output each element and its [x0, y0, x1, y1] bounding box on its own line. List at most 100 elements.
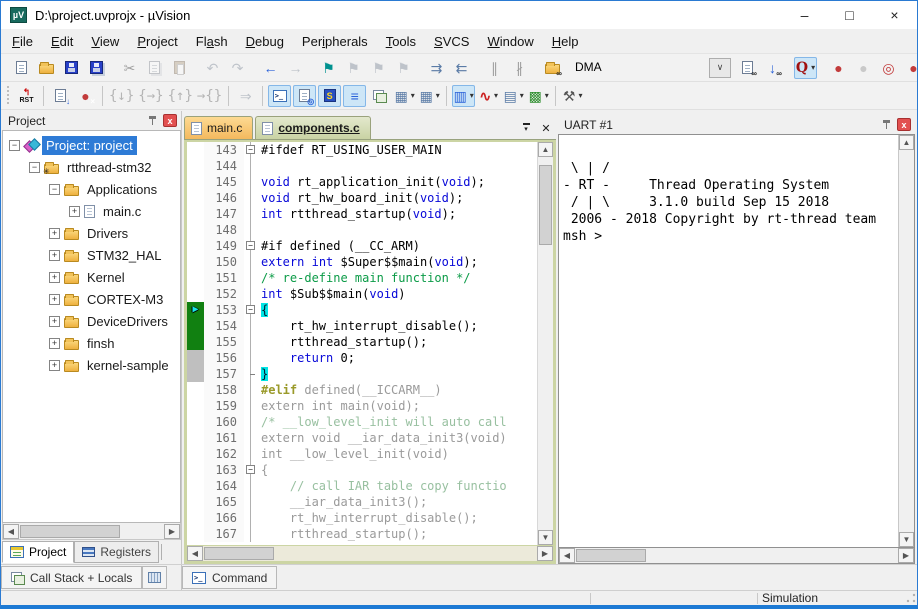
fold-margin[interactable]: − [244, 142, 257, 158]
fold-margin[interactable]: − [244, 302, 257, 318]
scroll-left-icon[interactable]: ◀ [3, 524, 19, 539]
menu-view[interactable]: View [82, 31, 128, 52]
scroll-thumb[interactable] [204, 547, 274, 560]
tab-registers[interactable]: Registers [74, 541, 159, 563]
editor-hscrollbar[interactable]: ◀ ▶ [187, 545, 553, 561]
bookmark-toggle-button[interactable]: ⚑ [317, 57, 340, 79]
code-line-162[interactable]: 162int __low_level_init(void) [187, 446, 537, 462]
kill-all-breakpoints-button[interactable]: ●× [902, 57, 918, 79]
code-line-149[interactable]: 149−#if defined (__CC_ARM) [187, 238, 537, 254]
scroll-up-icon[interactable]: ▲ [538, 142, 553, 157]
logic-analyzer-button[interactable]: ∿▾ [477, 85, 500, 107]
save-all-button[interactable] [85, 57, 108, 79]
resize-grip[interactable] [904, 592, 917, 605]
redo-button[interactable]: ↷ [226, 57, 249, 79]
uart-panel-close-icon[interactable]: x [897, 118, 911, 131]
code-line-154[interactable]: 154 rt_hw_interrupt_disable(); [187, 318, 537, 334]
enable-disable-breakpoint-button[interactable]: ● [852, 57, 875, 79]
menu-peripherals[interactable]: Peripherals [293, 31, 377, 52]
menu-flash[interactable]: Flash [187, 31, 237, 52]
open-file-button[interactable] [35, 57, 58, 79]
toolbox-button[interactable]: ⚒▾ [561, 85, 584, 107]
serial-windows-button[interactable]: ▥▾ [452, 85, 475, 107]
code-line-166[interactable]: 166 rt_hw_interrupt_disable(); [187, 510, 537, 526]
fold-margin[interactable]: − [244, 238, 257, 254]
code-line-158[interactable]: 158#elif defined(__ICCARM__) [187, 382, 537, 398]
find-lens-button[interactable]: Q▾ [794, 57, 817, 79]
indent-right-button[interactable]: ⇉ [425, 57, 448, 79]
uart-hscrollbar[interactable]: ◀ ▶ [558, 548, 915, 564]
menu-window[interactable]: Window [478, 31, 542, 52]
tree-item-project-project[interactable]: −Project: project [3, 134, 180, 156]
uart-output[interactable]: \ | /- RT - Thread Operating System / | … [559, 135, 898, 547]
watch-window-button[interactable]: ▦▾ [393, 85, 416, 107]
scroll-down-icon[interactable]: ▼ [899, 532, 914, 547]
code-line-144[interactable]: 144 [187, 158, 537, 174]
menu-help[interactable]: Help [543, 31, 588, 52]
undo-button[interactable]: ↶ [201, 57, 224, 79]
run-button[interactable]: ↓ [49, 85, 72, 107]
fold-collapse-icon[interactable]: − [246, 145, 255, 154]
tree-item-drivers[interactable]: +Drivers [3, 222, 180, 244]
code-line-143[interactable]: 143−#ifdef RT_USING_USER_MAIN [187, 142, 537, 158]
toolbar-grip[interactable] [6, 86, 11, 106]
close-button[interactable]: × [872, 1, 917, 29]
bookmark-next-button[interactable]: ⚑ [367, 57, 390, 79]
minimize-button[interactable]: – [782, 1, 827, 29]
project-panel-close-icon[interactable]: x [163, 114, 177, 127]
fold-collapse-icon[interactable]: − [246, 465, 255, 474]
tab-command[interactable]: >_ Command [182, 566, 277, 589]
menu-file[interactable]: File [3, 31, 42, 52]
close-document-icon[interactable]: ✕ [536, 119, 556, 137]
expand-icon[interactable]: + [49, 272, 60, 283]
scroll-down-icon[interactable]: ▼ [538, 530, 553, 545]
comment-selection-button[interactable]: ∥ [483, 57, 506, 79]
uart-vscrollbar[interactable]: ▲ ▼ [898, 135, 914, 547]
trace-window-button[interactable]: ▤▾ [502, 85, 525, 107]
collapse-icon[interactable]: − [9, 140, 20, 151]
find-in-document-button[interactable]: ∞ [736, 57, 759, 79]
tree-item-devicedrivers[interactable]: +DeviceDrivers [3, 310, 180, 332]
scroll-thumb[interactable] [539, 165, 552, 245]
command-window-button[interactable]: >_ [268, 85, 291, 107]
editor-vscrollbar[interactable]: ▲ ▼ [537, 142, 553, 545]
scroll-thumb[interactable] [576, 549, 646, 562]
save-button[interactable] [60, 57, 83, 79]
menu-debug[interactable]: Debug [237, 31, 293, 52]
menu-edit[interactable]: Edit [42, 31, 82, 52]
code-line-145[interactable]: 145void rt_application_init(void); [187, 174, 537, 190]
tab-project[interactable]: Project [2, 541, 74, 563]
disable-all-breakpoints-button[interactable]: ◎ [877, 57, 900, 79]
maximize-button[interactable]: □ [827, 1, 872, 29]
tab-call-stack-locals[interactable]: Call Stack + Locals [1, 566, 142, 589]
tree-item-main-c[interactable]: +main.c [3, 200, 180, 222]
code-line-160[interactable]: 160/* __low_level_init will auto call [187, 414, 537, 430]
code-line-164[interactable]: 164 // call IAR table copy functio [187, 478, 537, 494]
fold-margin[interactable]: − [244, 462, 257, 478]
fold-collapse-icon[interactable]: − [246, 241, 255, 250]
code-line-152[interactable]: 152int $Sub$$main(void) [187, 286, 537, 302]
paste-button[interactable] [168, 57, 191, 79]
code-line-163[interactable]: 163−{ [187, 462, 537, 478]
indent-left-button[interactable]: ⇇ [450, 57, 473, 79]
expand-icon[interactable]: + [49, 338, 60, 349]
expand-icon[interactable]: + [49, 294, 60, 305]
system-viewer-button[interactable]: ▩▾ [527, 85, 550, 107]
scroll-up-icon[interactable]: ▲ [899, 135, 914, 150]
uncomment-selection-button[interactable]: ∦ [508, 57, 531, 79]
incremental-find-button[interactable]: ↓∞ [761, 57, 784, 79]
code-area[interactable]: 143−#ifdef RT_USING_USER_MAIN144145void … [187, 142, 537, 545]
code-line-148[interactable]: 148 [187, 222, 537, 238]
project-tree-hscrollbar[interactable]: ◀ ▶ [2, 523, 181, 540]
tree-item-finsh[interactable]: +finsh [3, 332, 180, 354]
tree-item-rtthread-stm32[interactable]: −✳rtthread-stm32 [3, 156, 180, 178]
editor-tab-main-c[interactable]: main.c [184, 116, 253, 139]
tree-item-stm32-hal[interactable]: +STM32_HAL [3, 244, 180, 266]
copy-button[interactable] [143, 57, 166, 79]
step-out-button[interactable]: {↑} [167, 85, 194, 107]
expand-icon[interactable]: + [49, 250, 60, 261]
step-into-button[interactable]: {↓} [108, 85, 135, 107]
menu-svcs[interactable]: SVCS [425, 31, 478, 52]
collapse-icon[interactable]: − [49, 184, 60, 195]
expand-icon[interactable]: + [49, 360, 60, 371]
